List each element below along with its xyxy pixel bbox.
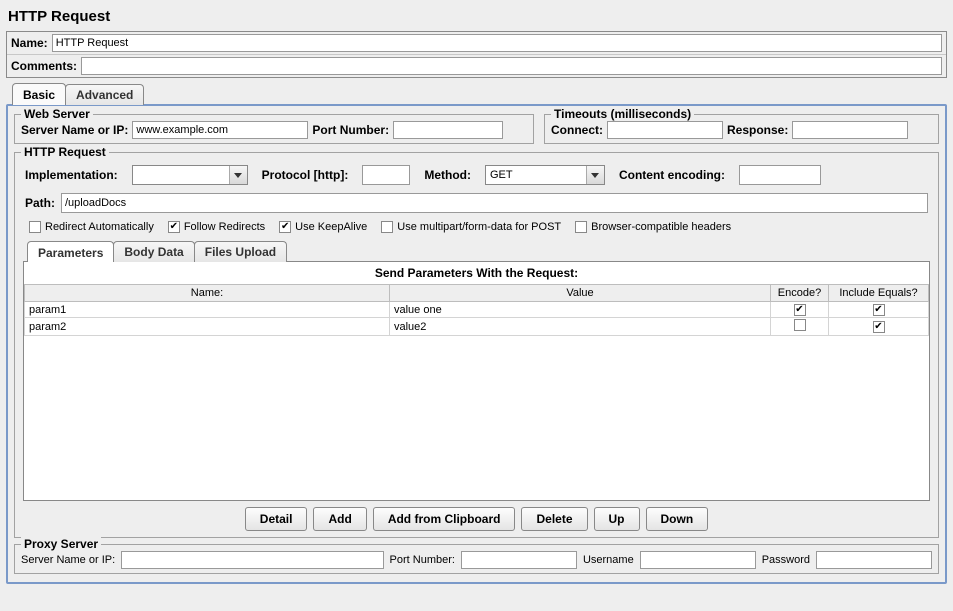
col-include-equals[interactable]: Include Equals? (829, 285, 929, 302)
tab-advanced[interactable]: Advanced (65, 84, 144, 105)
redirect-auto-label: Redirect Automatically (45, 221, 154, 233)
cell-name[interactable]: param2 (25, 318, 390, 336)
proxy-port-label: Port Number: (390, 554, 455, 566)
web-server-group: Web Server Server Name or IP: Port Numbe… (14, 114, 534, 144)
table-empty-area (24, 336, 929, 500)
proxy-password-input[interactable] (816, 551, 932, 569)
chevron-down-icon (234, 173, 242, 178)
timeouts-title: Timeouts (milliseconds) (551, 107, 694, 121)
tab-body-data[interactable]: Body Data (113, 241, 194, 262)
page-title: HTTP Request (6, 4, 947, 31)
path-label: Path: (25, 196, 55, 210)
checkbox-icon: ✔ (873, 321, 885, 333)
proxy-server-input[interactable] (121, 551, 383, 569)
checkbox-icon: ✔ (279, 221, 291, 233)
content-encoding-label: Content encoding: (619, 168, 725, 182)
checkbox-icon: ✔ (794, 304, 806, 316)
chevron-down-icon (591, 173, 599, 178)
content-encoding-input[interactable] (739, 165, 821, 185)
comments-input[interactable] (81, 57, 942, 75)
detail-button[interactable]: Detail (245, 507, 308, 531)
cell-include-equals[interactable]: ✔ (829, 302, 929, 318)
browser-compat-checkbox[interactable]: Browser-compatible headers (575, 221, 731, 233)
checkbox-icon: ✔ (168, 221, 180, 233)
down-button[interactable]: Down (646, 507, 709, 531)
add-button[interactable]: Add (313, 507, 366, 531)
proxy-password-label: Password (762, 554, 810, 566)
add-from-clipboard-button[interactable]: Add from Clipboard (373, 507, 516, 531)
method-dropdown-button[interactable] (586, 166, 604, 184)
name-comments-box: Name: Comments: (6, 31, 947, 78)
port-label: Port Number: (312, 123, 389, 137)
cell-include-equals[interactable]: ✔ (829, 318, 929, 336)
timeouts-group: Timeouts (milliseconds) Connect: Respons… (544, 114, 939, 144)
tab-content: Web Server Server Name or IP: Port Numbe… (6, 104, 947, 584)
response-input[interactable] (792, 121, 908, 139)
method-label: Method: (424, 168, 471, 182)
implementation-select[interactable] (132, 165, 248, 185)
implementation-value (133, 166, 229, 184)
outer-tab-strip: Basic Advanced (6, 84, 947, 105)
delete-button[interactable]: Delete (521, 507, 587, 531)
parameters-panel: Send Parameters With the Request: Name: … (23, 261, 930, 501)
use-keepalive-label: Use KeepAlive (295, 221, 367, 233)
protocol-label: Protocol [http]: (262, 168, 349, 182)
checkbox-icon (794, 319, 806, 331)
redirect-auto-checkbox[interactable]: Redirect Automatically (29, 221, 154, 233)
proxy-port-input[interactable] (461, 551, 577, 569)
response-label: Response: (727, 123, 788, 137)
table-row[interactable]: param2value2 ✔ (25, 318, 929, 336)
proxy-server-group: Proxy Server Server Name or IP: Port Num… (14, 544, 939, 574)
col-encode[interactable]: Encode? (771, 285, 829, 302)
cell-name[interactable]: param1 (25, 302, 390, 318)
checkbox-row: Redirect Automatically ✔ Follow Redirect… (21, 219, 932, 239)
http-request-group: HTTP Request Implementation: Protocol [h… (14, 152, 939, 538)
checkbox-icon (381, 221, 393, 233)
proxy-server-title: Proxy Server (21, 537, 101, 551)
server-name-label: Server Name or IP: (21, 123, 128, 137)
col-value[interactable]: Value (390, 285, 771, 302)
browser-compat-label: Browser-compatible headers (591, 221, 731, 233)
multipart-checkbox[interactable]: Use multipart/form-data for POST (381, 221, 561, 233)
parameters-table[interactable]: Name: Value Encode? Include Equals? para… (24, 284, 929, 336)
cell-value[interactable]: value2 (390, 318, 771, 336)
checkbox-icon (29, 221, 41, 233)
multipart-label: Use multipart/form-data for POST (397, 221, 561, 233)
method-value: GET (486, 166, 586, 184)
connect-label: Connect: (551, 123, 603, 137)
method-select[interactable]: GET (485, 165, 605, 185)
tab-files-upload[interactable]: Files Upload (194, 241, 287, 262)
parameters-title: Send Parameters With the Request: (24, 262, 929, 284)
up-button[interactable]: Up (594, 507, 640, 531)
comments-label: Comments: (11, 59, 77, 73)
path-input[interactable] (61, 193, 928, 213)
implementation-label: Implementation: (25, 168, 118, 182)
follow-redirects-checkbox[interactable]: ✔ Follow Redirects (168, 221, 265, 233)
name-input[interactable] (52, 34, 942, 52)
table-row[interactable]: param1value one ✔ ✔ (25, 302, 929, 318)
checkbox-icon: ✔ (873, 304, 885, 316)
protocol-input[interactable] (362, 165, 410, 185)
cell-value[interactable]: value one (390, 302, 771, 318)
implementation-dropdown-button[interactable] (229, 166, 247, 184)
follow-redirects-label: Follow Redirects (184, 221, 265, 233)
inner-tab-strip: Parameters Body Data Files Upload (21, 241, 932, 262)
cell-encode[interactable] (771, 318, 829, 336)
use-keepalive-checkbox[interactable]: ✔ Use KeepAlive (279, 221, 367, 233)
server-name-input[interactable] (132, 121, 308, 139)
name-label: Name: (11, 36, 48, 50)
port-input[interactable] (393, 121, 503, 139)
proxy-server-label: Server Name or IP: (21, 554, 115, 566)
http-request-title: HTTP Request (21, 145, 109, 159)
col-name[interactable]: Name: (25, 285, 390, 302)
tab-parameters[interactable]: Parameters (27, 241, 114, 262)
tab-basic[interactable]: Basic (12, 83, 66, 105)
parameters-button-row: Detail Add Add from Clipboard Delete Up … (21, 501, 932, 533)
checkbox-icon (575, 221, 587, 233)
proxy-user-input[interactable] (640, 551, 756, 569)
proxy-user-label: Username (583, 554, 634, 566)
web-server-title: Web Server (21, 107, 93, 121)
cell-encode[interactable]: ✔ (771, 302, 829, 318)
connect-input[interactable] (607, 121, 723, 139)
